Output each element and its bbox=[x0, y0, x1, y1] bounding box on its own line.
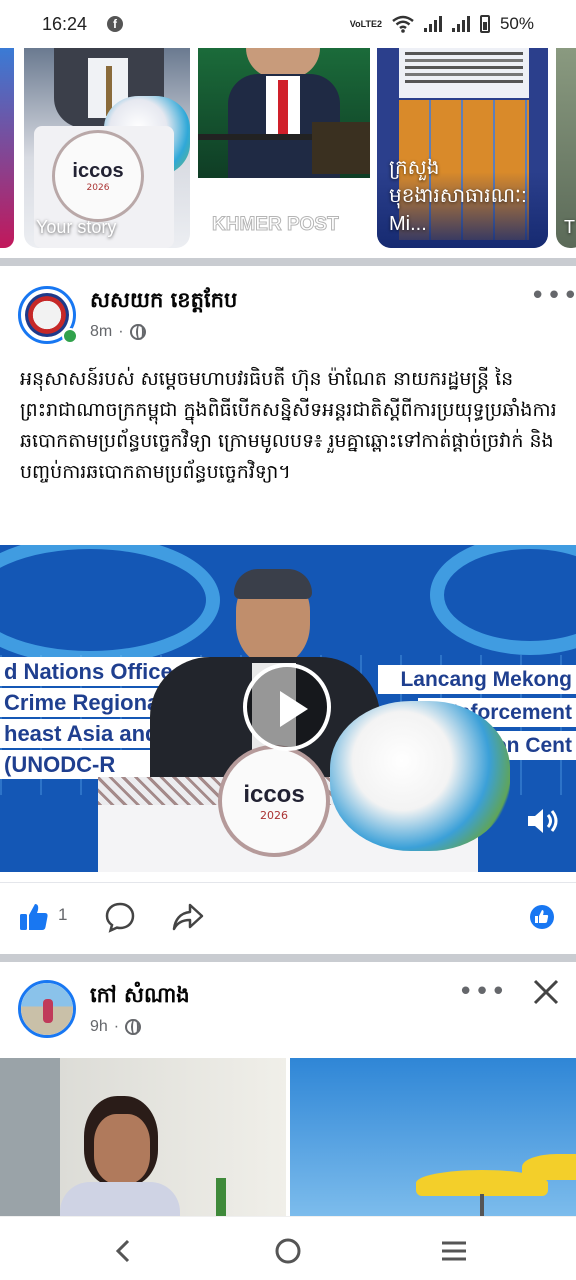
status-icons: VoLTE2 50% bbox=[350, 14, 534, 34]
post-photo-2[interactable] bbox=[290, 1058, 576, 1216]
feed-divider bbox=[0, 954, 576, 962]
status-bar: 16:24 f VoLTE2 50% bbox=[0, 0, 576, 48]
battery-icon bbox=[479, 15, 490, 33]
back-icon[interactable] bbox=[104, 1231, 144, 1271]
story-khmer-post[interactable]: KHMER POST bbox=[198, 48, 370, 248]
comment-button-icon[interactable] bbox=[104, 901, 136, 933]
story-inset-image bbox=[312, 122, 370, 174]
like-count: 1 bbox=[58, 905, 68, 924]
facebook-notification-icon: f bbox=[107, 16, 124, 32]
wifi-icon bbox=[392, 15, 414, 33]
iccos-logo-year: 2026 bbox=[86, 182, 110, 193]
recent-apps-icon[interactable] bbox=[434, 1231, 474, 1271]
post-meta: 9h · bbox=[90, 1018, 142, 1036]
post-text: អនុសាសន៍របស់ សម្តេចមហាបវរធិបតី ហ៊ុន ម៉ាណ… bbox=[20, 368, 557, 483]
post-author-name[interactable]: សសយក ខេត្តកែប bbox=[90, 287, 237, 318]
story-label: KHMER POST bbox=[212, 214, 340, 236]
story-label: T bbox=[564, 217, 575, 237]
video-flowers bbox=[330, 701, 510, 851]
umbrella-right bbox=[522, 1154, 576, 1180]
post-time[interactable]: 8m bbox=[90, 323, 112, 341]
organization-logo-icon bbox=[25, 293, 69, 337]
system-navigation-bar bbox=[0, 1216, 576, 1280]
share-button-icon[interactable] bbox=[172, 901, 204, 933]
post-author-name[interactable]: កៅ សំណាង bbox=[90, 982, 190, 1013]
signal-2-icon bbox=[451, 16, 470, 32]
person-shirt bbox=[60, 1182, 180, 1216]
iccos-logo-text: iccos bbox=[72, 159, 124, 182]
online-status-dot bbox=[62, 328, 78, 344]
like-button-icon[interactable] bbox=[18, 901, 50, 933]
story-red-tie bbox=[278, 80, 288, 140]
status-time: 16:24 bbox=[42, 13, 88, 34]
person-face bbox=[94, 1114, 150, 1184]
story-your-story[interactable]: iccos 2026 Your story bbox=[24, 48, 190, 248]
public-globe-icon bbox=[125, 1019, 142, 1035]
home-icon[interactable] bbox=[268, 1231, 308, 1271]
signal-1-icon bbox=[423, 16, 442, 32]
public-globe-icon bbox=[129, 324, 146, 340]
iccos-logo-icon: iccos 2026 bbox=[52, 130, 144, 222]
volume-icon[interactable] bbox=[526, 806, 562, 836]
like-reaction-icon[interactable] bbox=[530, 905, 554, 929]
story-document bbox=[399, 48, 529, 98]
more-options-icon[interactable]: ••• bbox=[530, 283, 576, 309]
close-icon[interactable] bbox=[532, 978, 560, 1006]
post-author-avatar[interactable] bbox=[18, 980, 76, 1038]
story-label: Your story bbox=[36, 217, 117, 237]
feed-divider bbox=[0, 258, 576, 266]
battery-percent: 50% bbox=[499, 14, 534, 33]
post-actions: 1 bbox=[0, 882, 576, 952]
play-button[interactable] bbox=[243, 663, 331, 751]
post-photo-1[interactable] bbox=[0, 1058, 286, 1216]
un-emblem-left bbox=[0, 545, 220, 665]
stories-tray: iccos 2026 Your story KHMER POST ក្រសួងម… bbox=[0, 48, 576, 260]
story-ministry[interactable]: ក្រសួងមុខងារសាធារណៈ: Mi... bbox=[377, 48, 548, 248]
un-emblem-right bbox=[430, 545, 576, 655]
post-time[interactable]: 9h bbox=[90, 1018, 108, 1036]
more-options-icon[interactable]: ••• bbox=[458, 979, 507, 1005]
story-next[interactable]: T bbox=[556, 48, 576, 248]
story-edge-left[interactable] bbox=[0, 48, 14, 248]
story-label: ក្រសួងមុខងារសាធារណៈ: Mi... bbox=[389, 157, 527, 235]
volte-icon: VoLTE2 bbox=[349, 18, 382, 29]
iccos-logo-icon: iccos 2026 bbox=[218, 745, 330, 857]
post-meta: 8m · bbox=[90, 323, 146, 341]
speaker-hair bbox=[234, 569, 312, 599]
